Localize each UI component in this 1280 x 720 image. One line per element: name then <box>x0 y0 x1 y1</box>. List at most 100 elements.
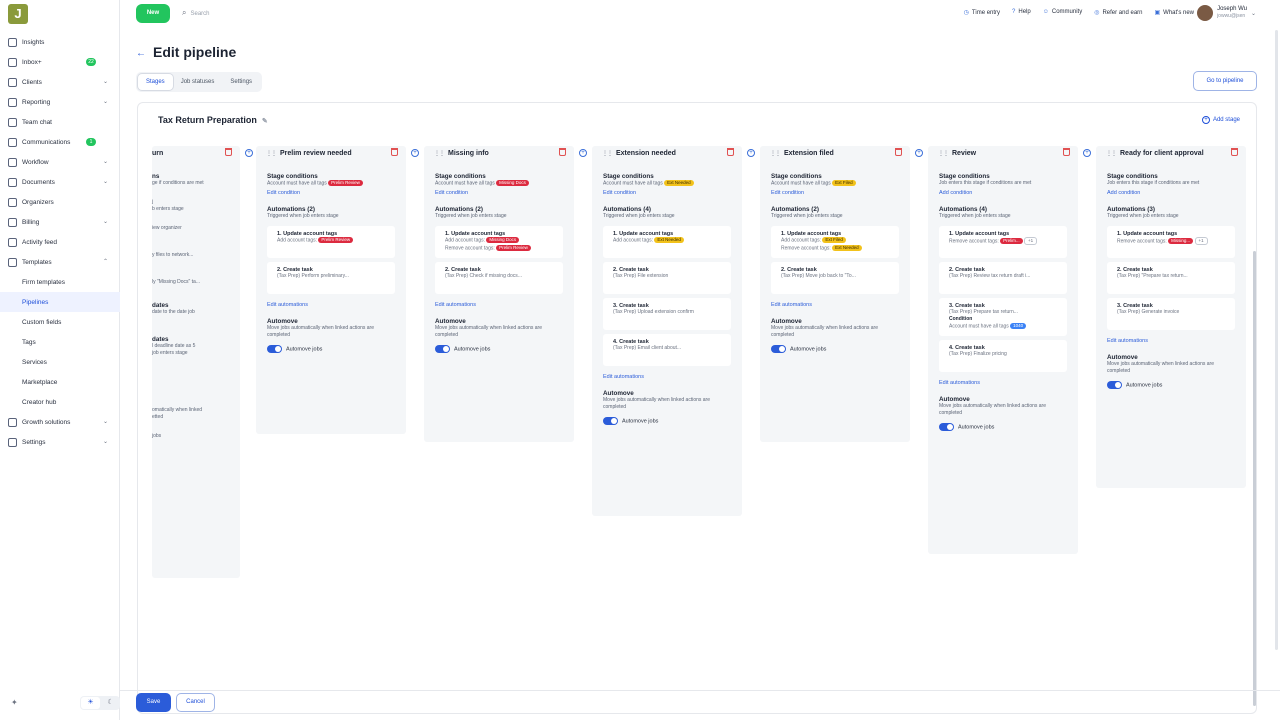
cancel-button[interactable]: Cancel <box>176 693 215 712</box>
automove-toggle[interactable] <box>1107 381 1122 389</box>
trash-icon[interactable] <box>225 148 232 156</box>
edit-automations-link[interactable]: Edit automations <box>1107 338 1235 344</box>
new-button[interactable]: New <box>136 4 170 23</box>
refer-link[interactable]: ◎ Refer and earn <box>1094 9 1142 16</box>
sidebar-item-marketplace[interactable]: Marketplace <box>0 372 120 392</box>
edit-condition-link[interactable]: Edit condition <box>603 190 731 196</box>
trash-icon[interactable] <box>559 148 566 156</box>
sidebar-item-tags[interactable]: Tags <box>0 332 120 352</box>
pin-icon[interactable]: ✦ <box>11 698 18 707</box>
sidebar-item-inbox-[interactable]: Inbox+ 22 <box>0 52 120 72</box>
trash-icon[interactable] <box>391 148 398 156</box>
tab-stages[interactable]: Stages <box>138 74 173 90</box>
edit-automations-link[interactable]: Edit automations <box>603 374 731 380</box>
sidebar-item-templates[interactable]: Templates ⌃ <box>0 252 120 272</box>
automove-toggle[interactable] <box>435 345 450 354</box>
whats-new-link[interactable]: ▣ What's new <box>1155 9 1195 16</box>
moon-icon[interactable]: ☾ <box>101 696 120 710</box>
sun-icon[interactable]: ☀ <box>81 697 100 709</box>
sidebar-item-custom-fields[interactable]: Custom fields <box>0 312 120 332</box>
trash-icon[interactable] <box>1063 148 1070 156</box>
sidebar-item-insights[interactable]: Insights <box>0 32 120 52</box>
drag-handle-icon[interactable]: ⋮⋮ <box>434 150 445 157</box>
edit-condition-link[interactable]: Edit condition <box>435 190 563 196</box>
drag-handle-icon[interactable]: ⋮⋮ <box>602 150 613 157</box>
automation-card[interactable]: 4. Create task (Tax Prep) Email client ab… <box>603 334 731 367</box>
user-menu[interactable]: Joseph Wu jowwu@jsen ⌄ <box>1197 5 1256 21</box>
edit-automations-link[interactable]: Edit automations <box>267 302 395 308</box>
insert-stage-icon[interactable]: + <box>579 149 587 157</box>
automove-toggle[interactable] <box>771 345 786 354</box>
sidebar-item-pipelines[interactable]: Pipelines <box>0 292 120 312</box>
automove-toggle[interactable] <box>267 345 282 354</box>
save-button[interactable]: Save <box>136 693 171 712</box>
app-logo[interactable]: J <box>8 4 28 24</box>
drag-handle-icon[interactable]: ⋮⋮ <box>1106 150 1117 157</box>
scrollbar[interactable] <box>1253 251 1256 706</box>
insert-stage-icon[interactable]: + <box>1083 149 1091 157</box>
sidebar-item-documents[interactable]: Documents ⌄ <box>0 172 120 192</box>
automation-card[interactable]: 2. Create task (Tax Prep) Perform prelimi… <box>267 262 395 295</box>
theme-switch[interactable]: ☀ ☾ <box>80 696 120 710</box>
automation-card[interactable]: 2. Create task (Tax Prep) Move job back t… <box>771 262 899 295</box>
search-input[interactable]: ⌕ Search <box>182 8 210 18</box>
tab-job-statuses[interactable]: Job statuses <box>173 74 223 90</box>
back-arrow-icon[interactable]: ← <box>136 48 146 59</box>
automation-card[interactable]: 1. Update account tags Add account tags: … <box>267 226 395 259</box>
sidebar-item-settings[interactable]: Settings ⌄ <box>0 432 120 452</box>
automation-card[interactable]: 1. Update account tags Add account tags: … <box>771 226 899 259</box>
drag-handle-icon[interactable]: ⋮⋮ <box>770 150 781 157</box>
page-scrollbar[interactable] <box>1275 30 1278 650</box>
edit-automations-link[interactable]: Edit automations <box>939 380 1067 386</box>
sidebar-item-communications[interactable]: Communications 1 <box>0 132 120 152</box>
sidebar-item-firm-templates[interactable]: Firm templates <box>0 272 120 292</box>
automation-card[interactable]: 2. Create task (Tax Prep) "Prepare tax re… <box>1107 262 1235 294</box>
community-link[interactable]: ☺ Community <box>1043 9 1082 16</box>
edit-automations-link[interactable]: Edit automations <box>435 302 563 308</box>
sidebar-item-workflow[interactable]: Workflow ⌄ <box>0 152 120 172</box>
automation-card[interactable]: 4. Create task (Tax Prep) Finalize pricin… <box>939 340 1067 373</box>
time-entry-link[interactable]: ◷ Time entry <box>964 9 1000 16</box>
sidebar-item-reporting[interactable]: Reporting ⌄ <box>0 92 120 112</box>
automation-card[interactable]: 1. Update account tags Add account tags: … <box>603 226 731 259</box>
trash-icon[interactable] <box>895 148 902 156</box>
automation-card[interactable]: 3. Create task (Tax Prep) Upload extensio… <box>603 298 731 331</box>
automation-card[interactable]: 2. Create task (Tax Prep) Check if missin… <box>435 262 563 295</box>
drag-handle-icon[interactable]: ⋮⋮ <box>266 150 277 157</box>
automation-card[interactable]: 1. Update account tags Remove account tag… <box>939 226 1067 258</box>
sidebar-item-growth-solutions[interactable]: Growth solutions ⌄ <box>0 412 120 432</box>
automation-card[interactable]: 2. Create task (Tax Prep) File extension <box>603 262 731 295</box>
sidebar-item-creator-hub[interactable]: Creator hub <box>0 392 120 412</box>
tab-settings[interactable]: Settings <box>222 74 260 90</box>
sidebar-item-billing[interactable]: Billing ⌄ <box>0 212 120 232</box>
go-to-pipeline-button[interactable]: Go to pipeline <box>1193 71 1257 91</box>
automove-toggle[interactable] <box>603 417 618 426</box>
insert-stage-icon[interactable]: + <box>245 149 253 157</box>
automation-line: (Tax Prep) Upload extension confirm <box>613 309 721 316</box>
automation-card[interactable]: 2. Create task (Tax Prep) Review tax retu… <box>939 262 1067 294</box>
automation-card[interactable]: 3. Create task (Tax Prep) Generate invoic… <box>1107 298 1235 330</box>
insert-stage-icon[interactable]: + <box>411 149 419 157</box>
automove-toggle[interactable] <box>939 423 954 432</box>
insert-stage-icon[interactable]: + <box>915 149 923 157</box>
automation-card[interactable]: 1. Update account tags Add account tags: … <box>435 226 563 259</box>
trash-icon[interactable] <box>1231 148 1238 156</box>
edit-condition-link[interactable]: Add condition <box>1107 190 1235 196</box>
edit-automations-link[interactable]: Edit automations <box>771 302 899 308</box>
edit-condition-link[interactable]: Edit condition <box>267 190 395 196</box>
sidebar-item-team-chat[interactable]: Team chat <box>0 112 120 132</box>
automation-card[interactable]: 3. Create task (Tax Prep) Prepare tax ret… <box>939 298 1067 337</box>
help-link[interactable]: ? Help <box>1012 9 1031 16</box>
edit-condition-link[interactable]: Edit condition <box>771 190 899 196</box>
sidebar-item-organizers[interactable]: Organizers <box>0 192 120 212</box>
automation-card[interactable]: 1. Update account tags Remove account tag… <box>1107 226 1235 258</box>
insert-stage-icon[interactable]: + <box>747 149 755 157</box>
sidebar-item-activity-feed[interactable]: Activity feed <box>0 232 120 252</box>
edit-condition-link[interactable]: Add condition <box>939 190 1067 196</box>
sidebar-item-clients[interactable]: Clients ⌄ <box>0 72 120 92</box>
sidebar-item-services[interactable]: Services <box>0 352 120 372</box>
trash-icon[interactable] <box>727 148 734 156</box>
pencil-icon[interactable]: ✎ <box>262 118 268 125</box>
drag-handle-icon[interactable]: ⋮⋮ <box>938 150 949 157</box>
add-stage-button[interactable]: + Add stage <box>1201 116 1240 124</box>
